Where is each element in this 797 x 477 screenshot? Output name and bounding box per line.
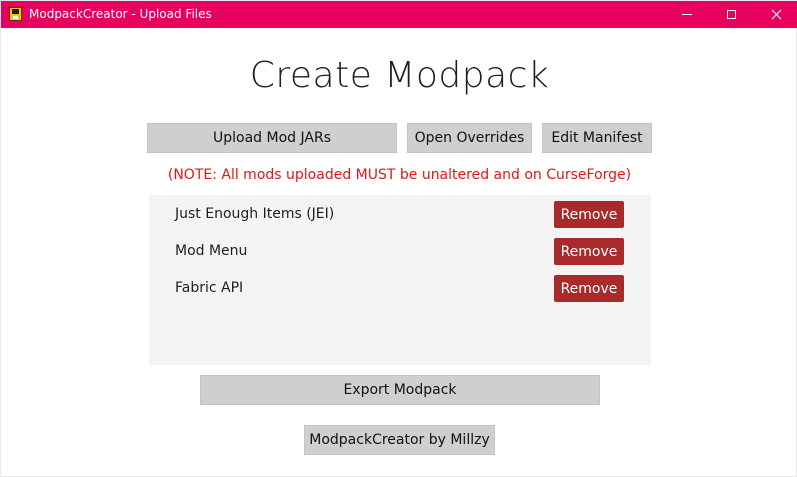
remove-mod-button[interactable]: Remove <box>554 275 624 302</box>
upload-mod-jars-button[interactable]: Upload Mod JARs <box>147 123 397 153</box>
mod-list-item: Just Enough Items (JEI) Remove <box>149 201 651 228</box>
minimize-button[interactable] <box>664 1 710 28</box>
window-title: ModpackCreator - Upload Files <box>29 7 212 21</box>
minimize-icon <box>682 14 692 15</box>
open-overrides-button[interactable]: Open Overrides <box>407 123 532 153</box>
remove-mod-button[interactable]: Remove <box>554 201 624 228</box>
mod-name: Fabric API <box>175 280 244 296</box>
close-button[interactable] <box>753 1 797 28</box>
close-icon <box>771 9 782 20</box>
remove-mod-button[interactable]: Remove <box>554 238 624 265</box>
floppy-disk-icon <box>9 7 22 21</box>
edit-manifest-button[interactable]: Edit Manifest <box>542 123 652 153</box>
mod-list-item: Mod Menu Remove <box>149 238 651 265</box>
mod-list-item: Fabric API Remove <box>149 275 651 302</box>
mod-list[interactable]: Just Enough Items (JEI) Remove Mod Menu … <box>149 195 651 365</box>
credit-button[interactable]: ModpackCreator by Millzy <box>304 425 495 455</box>
title-bar[interactable]: ModpackCreator - Upload Files <box>1 1 797 28</box>
page-title: Create Modpack <box>249 55 550 96</box>
maximize-button[interactable] <box>708 1 754 28</box>
mod-name: Just Enough Items (JEI) <box>175 206 335 222</box>
app-window: ModpackCreator - Upload Files Create Mod… <box>0 0 797 477</box>
warning-note: (NOTE: All mods uploaded MUST be unalter… <box>167 167 632 183</box>
maximize-icon <box>726 10 736 19</box>
export-modpack-button[interactable]: Export Modpack <box>200 375 600 405</box>
mod-name: Mod Menu <box>175 243 248 259</box>
